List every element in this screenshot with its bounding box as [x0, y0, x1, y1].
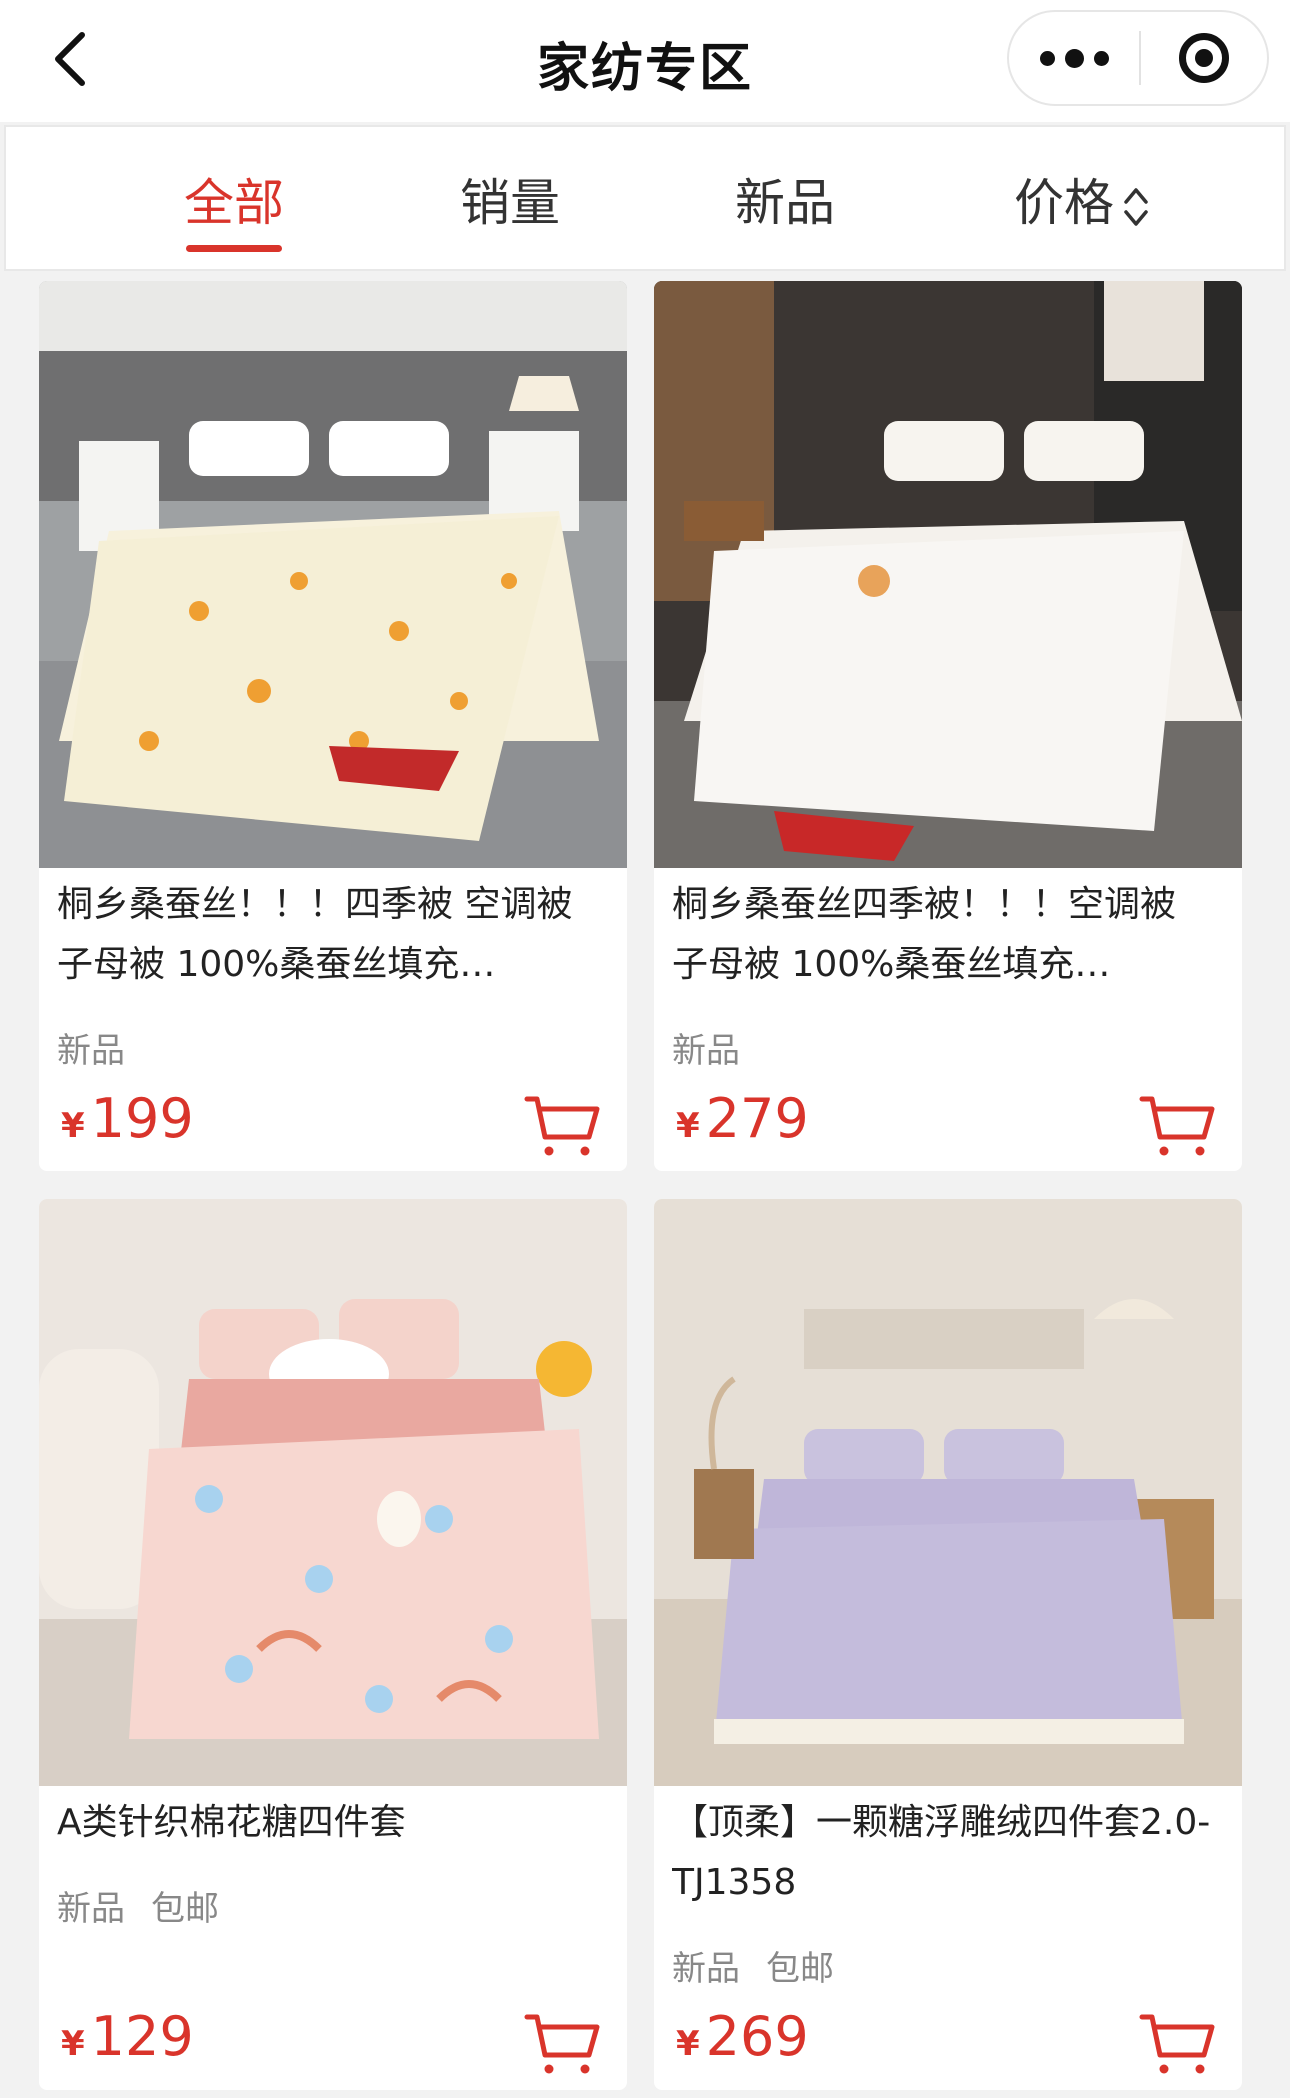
tag-new: 新品: [672, 1949, 740, 1989]
close-miniprogram-button[interactable]: [1141, 12, 1267, 104]
product-price: ¥199: [61, 1087, 194, 1150]
product-tags: 新品: [672, 1023, 766, 1072]
target-center: [1195, 49, 1213, 67]
more-dot: [1064, 48, 1084, 68]
product-image: [654, 281, 1242, 868]
product-tags: 新品 包邮: [672, 1941, 860, 1990]
nav-bar: 家纺专区: [0, 0, 1290, 122]
tag-new: 新品: [57, 1031, 125, 1071]
tab-new[interactable]: 新品: [735, 163, 835, 235]
product-title: 【顶柔】一颗糖浮雕绒四件套2.0-TJ1358: [672, 1802, 1211, 1903]
product-card[interactable]: 桐乡桑蚕丝四季被！！！空调被 子母被 100%桑蚕丝填充… 新品 ¥279: [654, 281, 1242, 1171]
product-title: 桐乡桑蚕丝！！！四季被 空调被 子母被 100%桑蚕丝填充…: [57, 884, 573, 985]
tag-free-shipping: 包邮: [766, 1949, 834, 1989]
add-to-cart-icon[interactable]: [523, 1093, 601, 1159]
tag-free-shipping: 包邮: [151, 1889, 219, 1929]
product-image: [654, 1199, 1242, 1786]
tab-price[interactable]: 价格: [1014, 163, 1150, 235]
product-title: 桐乡桑蚕丝四季被！！！空调被 子母被 100%桑蚕丝填充…: [672, 884, 1177, 985]
currency-symbol: ¥: [676, 2024, 700, 2064]
product-tags: 新品: [57, 1023, 151, 1072]
add-to-cart-icon[interactable]: [1138, 2011, 1216, 2077]
filter-tabs: 全部 销量 新品 价格: [4, 125, 1286, 271]
product-card[interactable]: A类针织棉花糖四件套 新品 包邮 ¥129: [39, 1199, 627, 2090]
product-title: A类针织棉花糖四件套: [57, 1802, 406, 1843]
add-to-cart-icon[interactable]: [523, 2011, 601, 2077]
more-dot: [1093, 50, 1109, 66]
add-to-cart-icon[interactable]: [1138, 1093, 1216, 1159]
product-card[interactable]: 【顶柔】一颗糖浮雕绒四件套2.0-TJ1358 新品 包邮 ¥269: [654, 1199, 1242, 2090]
active-tab-indicator: [186, 245, 282, 252]
tag-new: 新品: [672, 1031, 740, 1071]
product-tags: 新品 包邮: [57, 1881, 245, 1930]
product-card[interactable]: 桐乡桑蚕丝！！！四季被 空调被 子母被 100%桑蚕丝填充… 新品 ¥199: [39, 281, 627, 1171]
more-button[interactable]: [1009, 12, 1139, 104]
product-image: [39, 1199, 627, 1786]
price-value: 129: [90, 2005, 194, 2068]
target-icon: [1179, 33, 1229, 83]
tab-all[interactable]: 全部: [184, 163, 284, 235]
sort-updown-icon: [1124, 187, 1148, 226]
mini-program-capsule: [1007, 10, 1269, 106]
product-price: ¥129: [61, 2005, 194, 2068]
product-image: [39, 281, 627, 868]
tab-price-label: 价格: [1014, 174, 1114, 232]
currency-symbol: ¥: [676, 1106, 700, 1146]
currency-symbol: ¥: [61, 1106, 85, 1146]
tab-sales[interactable]: 销量: [460, 163, 560, 235]
more-dots-icon: [1039, 50, 1055, 66]
currency-symbol: ¥: [61, 2024, 85, 2064]
price-value: 199: [90, 1087, 194, 1150]
product-price: ¥279: [676, 1087, 809, 1150]
price-value: 269: [705, 2005, 809, 2068]
product-price: ¥269: [676, 2005, 809, 2068]
price-value: 279: [705, 1087, 809, 1150]
tag-new: 新品: [57, 1889, 125, 1929]
